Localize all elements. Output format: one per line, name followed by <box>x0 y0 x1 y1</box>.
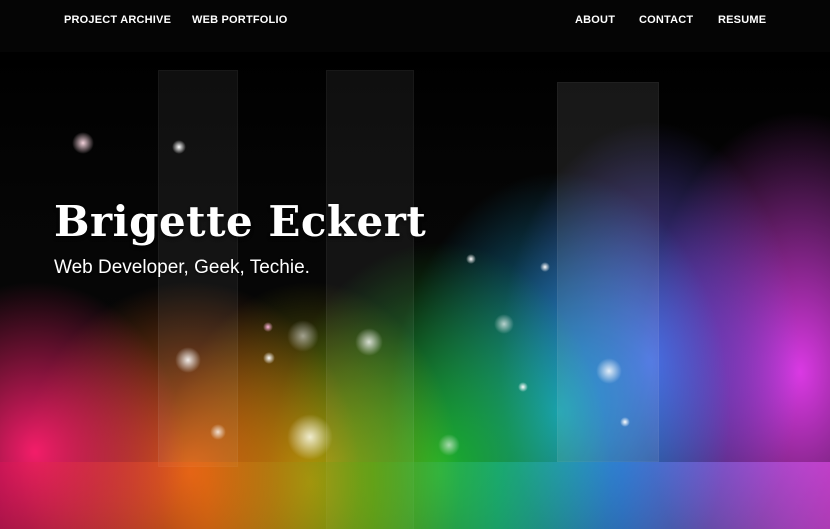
light-panel <box>326 70 414 529</box>
page-subtitle: Web Developer, Geek, Techie. <box>54 257 310 278</box>
hero-background <box>0 52 830 529</box>
nav-link-about[interactable]: ABOUT <box>575 14 615 26</box>
sparkle <box>287 320 319 352</box>
sparkle <box>466 254 476 264</box>
nav-link-web-portfolio[interactable]: WEB PORTFOLIO <box>192 14 287 26</box>
top-navbar: PROJECT ARCHIVE WEB PORTFOLIO ABOUT CONT… <box>0 0 830 52</box>
sparkle <box>540 262 550 272</box>
sparkle <box>518 382 528 392</box>
nav-link-resume[interactable]: RESUME <box>718 14 766 26</box>
sparkle <box>263 352 275 364</box>
nav-link-contact[interactable]: CONTACT <box>639 14 693 26</box>
sparkle <box>72 132 94 154</box>
sparkle <box>494 314 514 334</box>
light-panel <box>557 82 659 462</box>
page-title: Brigette Eckert <box>54 197 427 246</box>
light-floor <box>0 462 830 529</box>
nav-link-project-archive[interactable]: PROJECT ARCHIVE <box>64 14 171 26</box>
sparkle <box>438 434 460 456</box>
sparkle <box>263 322 273 332</box>
